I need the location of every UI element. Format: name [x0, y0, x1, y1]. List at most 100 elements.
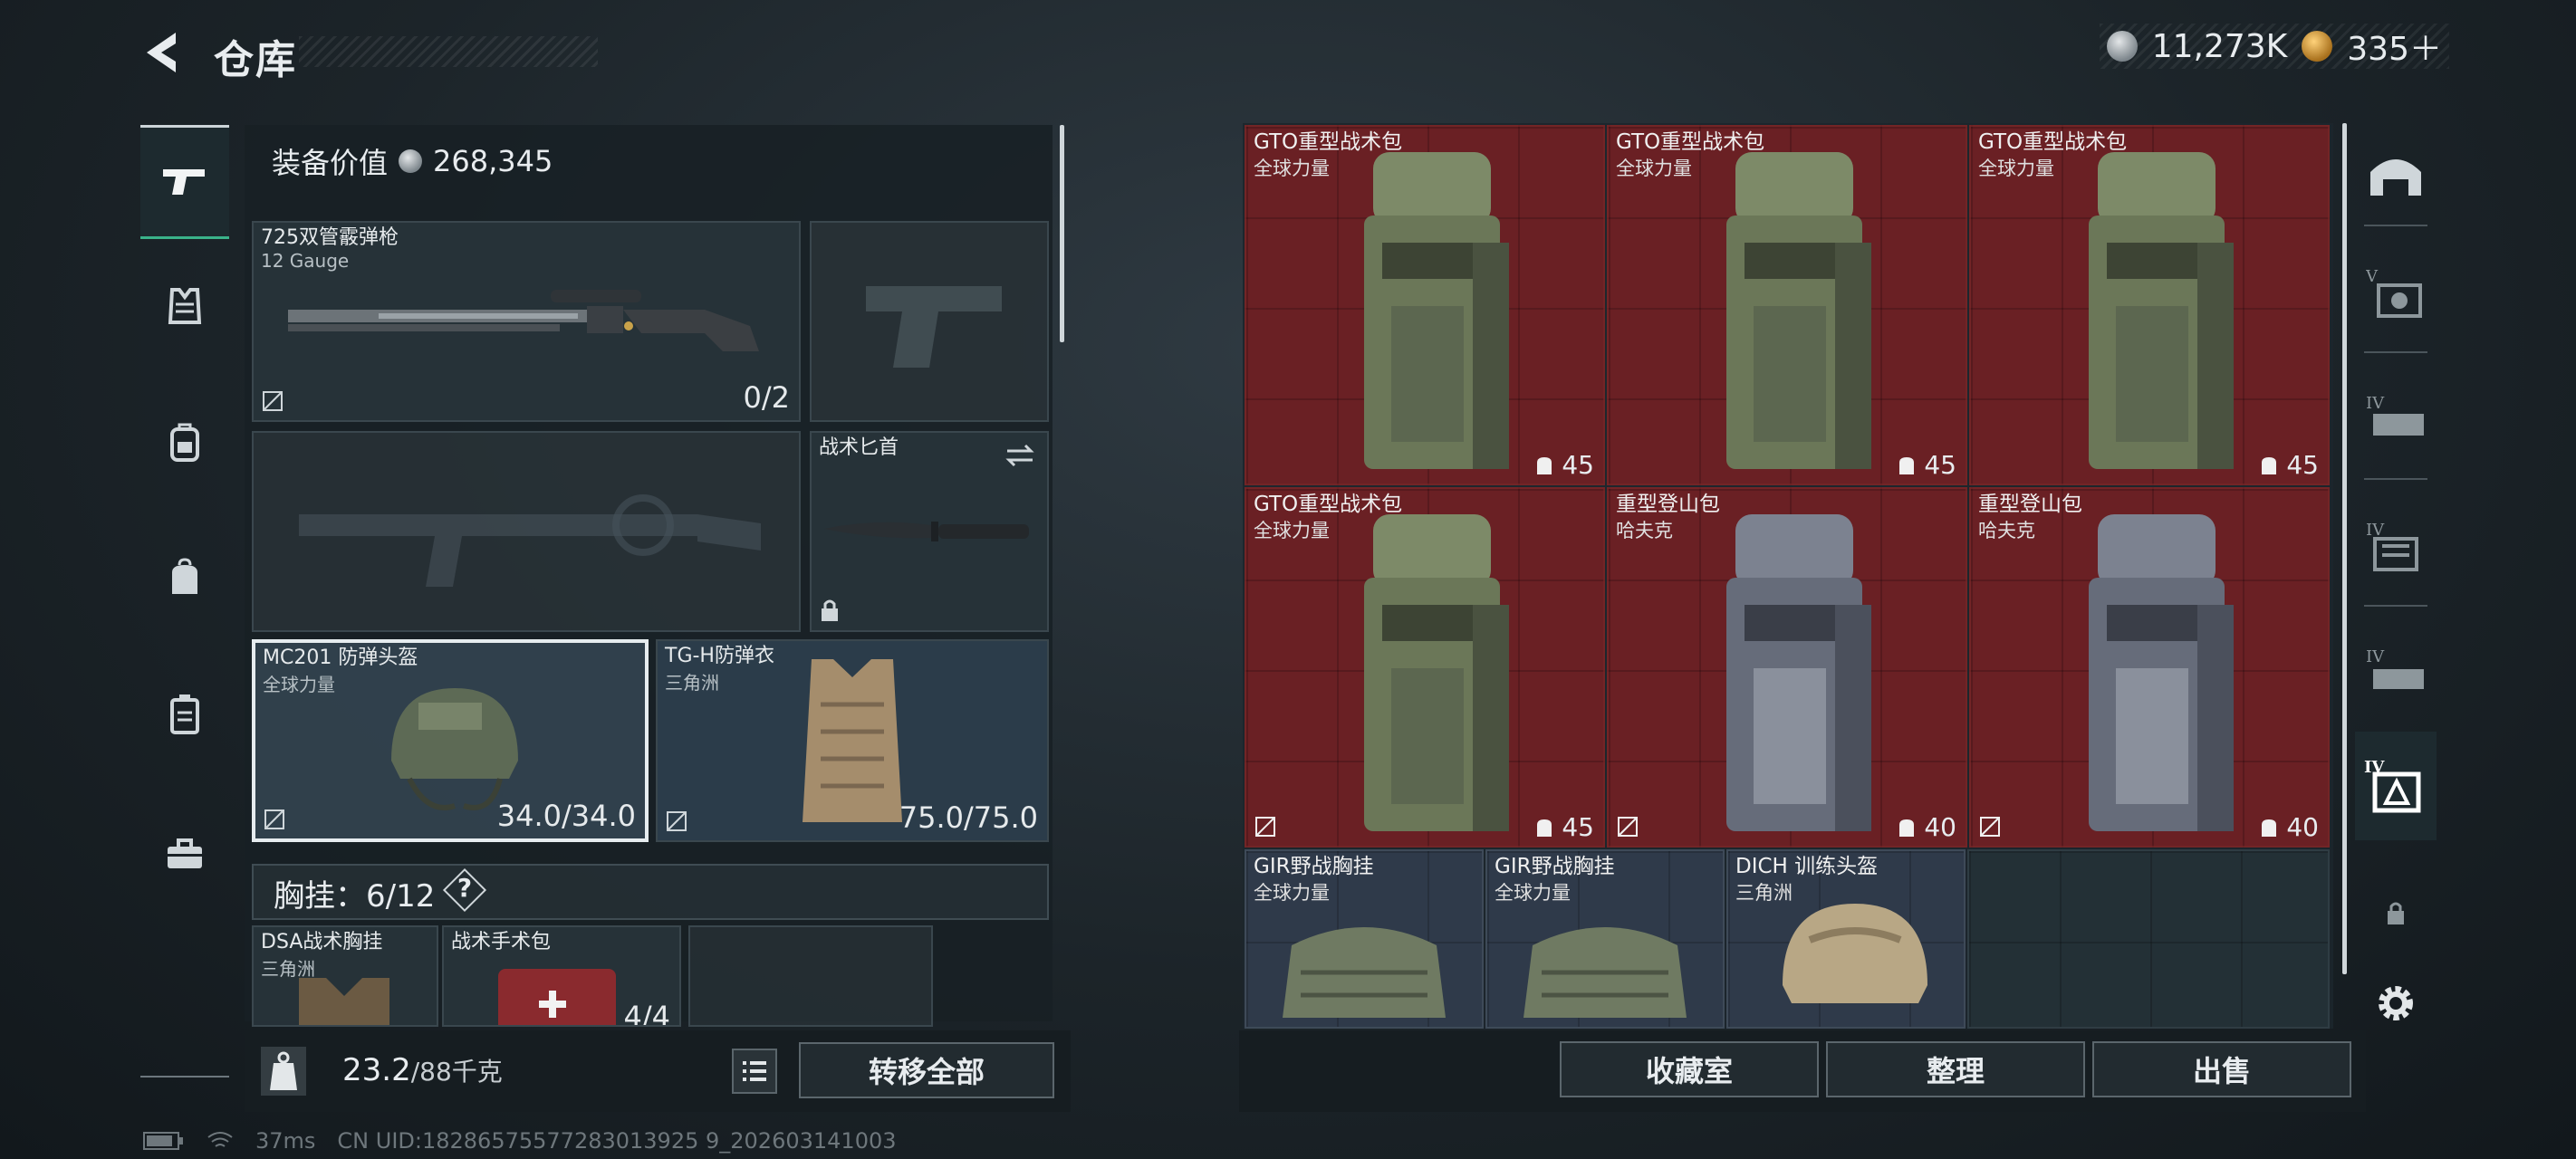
page-roman-label: IV	[2366, 521, 2385, 540]
help-button[interactable]: ?	[453, 873, 476, 903]
currency-silver: 11,273K	[2151, 27, 2288, 65]
storage-v-icon: V	[2366, 267, 2422, 318]
nav-cases[interactable]	[140, 659, 229, 768]
stash-scrollbar[interactable]	[2342, 123, 2347, 974]
nav-divider	[2364, 605, 2427, 607]
primary-weapon-slot[interactable]: 725双管霰弹枪 12 Gauge 0/2	[252, 221, 801, 422]
bunker-icon	[2370, 159, 2421, 196]
item-capacity-value: 45	[1562, 812, 1594, 842]
storage-iv-icon: IV	[2364, 758, 2421, 813]
carry-weight-max: /88千克	[410, 1057, 503, 1087]
silver-coin-icon	[2106, 31, 2138, 62]
stash-page-nav: V IV IV IV IV	[2355, 116, 2437, 1058]
item-capacity: 45	[1895, 450, 1956, 480]
not-insured-icon	[263, 391, 283, 411]
item-faction: 全球力量	[1254, 882, 1330, 904]
rig-item-dsa[interactable]: DSA战术胸挂 三角洲	[252, 925, 438, 1027]
stash-page-v[interactable]: V	[2355, 243, 2437, 342]
nav-weapons[interactable]	[140, 125, 229, 239]
stash-page-iv-4-active[interactable]: IV	[2355, 732, 2437, 840]
currency-gold[interactable]: 335＋	[2347, 23, 2442, 70]
organize-button[interactable]: 整理	[1826, 1041, 2085, 1097]
stash-item[interactable]: 重型登山包 哈夫克 40	[1607, 487, 1967, 848]
rig-item-surgery-kit[interactable]: 战术手术包 4/4	[442, 925, 681, 1027]
page-roman-label: IV	[2366, 394, 2385, 413]
capacity-icon	[2262, 819, 2277, 837]
stash-item[interactable]: 重型登山包 哈夫克 40	[1969, 487, 2330, 848]
surgery-kit-image	[498, 969, 616, 1025]
item-capacity: 45	[2257, 450, 2319, 480]
stash-page-locked[interactable]	[2355, 876, 2437, 949]
page-roman-label: IV	[2366, 647, 2385, 666]
transfer-all-button[interactable]: 转移全部	[799, 1042, 1054, 1098]
stash-item[interactable]: GTO重型战术包 全球力量 45	[1245, 487, 1605, 848]
not-insured-icon	[1255, 817, 1275, 837]
backpack-image	[2089, 152, 2234, 469]
item-name: 重型登山包	[1616, 493, 1720, 516]
stash-page-iv-2[interactable]: IV	[2355, 496, 2437, 596]
item-faction: 全球力量	[1254, 158, 1330, 179]
list-view-button[interactable]	[732, 1049, 777, 1094]
melee-name: 战术匕首	[819, 436, 899, 459]
helmet-slot[interactable]: MC201 防弹头盔 全球力量 34.0/34.0	[252, 639, 649, 842]
item-faction: 哈夫克	[1616, 520, 1673, 541]
capacity-icon	[1899, 819, 1915, 837]
gear-icon	[2379, 986, 2413, 1020]
armor-name: TG-H防弹衣	[665, 645, 774, 667]
nav-divider	[2364, 478, 2427, 480]
loadout-scrollbar[interactable]	[1060, 125, 1064, 342]
stash-grid: GTO重型战术包 全球力量 45 GTO重型战术包 全球力量 45 GTO重型战…	[1243, 123, 2333, 1029]
primary-weapon-name: 725双管霰弹枪	[261, 226, 399, 249]
pistol-slot-empty[interactable]	[810, 221, 1049, 422]
rig-item-name: DSA战术胸挂	[261, 931, 383, 953]
stash-item[interactable]: GTO重型战术包 全球力量 45	[1245, 125, 1605, 485]
nav-divider	[2364, 225, 2427, 226]
backpack-image	[2089, 514, 2234, 831]
not-insured-icon	[1980, 817, 2000, 837]
rig-item-uses: 4/4	[623, 1000, 671, 1027]
item-faction: 哈夫克	[1978, 520, 2035, 541]
nav-bags[interactable]	[140, 523, 229, 632]
chest-rig-image	[299, 978, 389, 1025]
not-insured-icon	[667, 811, 687, 831]
rig-slot-empty[interactable]	[688, 925, 933, 1027]
melee-slot[interactable]: 战术匕首	[810, 431, 1049, 632]
user-uid: CN UID:18286575577283013925 9_2026031410…	[337, 1128, 897, 1154]
equipment-value: 装备价值 268,345	[272, 140, 553, 182]
helmet-faction: 全球力量	[263, 674, 335, 695]
back-button[interactable]	[136, 25, 190, 80]
knife-image	[824, 522, 1029, 541]
stash-item[interactable]: GIR野战胸挂 全球力量	[1245, 849, 1484, 1029]
settings-button[interactable]	[2355, 967, 2437, 1039]
nav-vests[interactable]	[140, 252, 229, 360]
rifle-slot-empty[interactable]	[252, 431, 801, 632]
left-category-nav	[140, 116, 229, 1080]
chest-rig-capacity: 胸挂：6/12	[274, 878, 436, 915]
sell-button[interactable]: 出售	[2092, 1041, 2351, 1097]
page-roman-label: V	[2366, 267, 2379, 286]
stash-empty-slot[interactable]	[1967, 849, 2330, 1029]
item-capacity: 45	[1533, 450, 1594, 480]
nav-backpacks[interactable]	[140, 388, 229, 496]
stash-page-iv-1[interactable]: IV	[2355, 369, 2437, 469]
primary-weapon-ammo: 0/2	[743, 380, 791, 415]
stash-page-bunker[interactable]	[2355, 125, 2437, 225]
armor-slot[interactable]: TG-H防弹衣 三角洲 75.0/75.0	[656, 639, 1049, 842]
weight-icon	[261, 1047, 306, 1096]
carry-weight: 23.2/88千克	[342, 1052, 503, 1088]
stash-item[interactable]: GIR野战胸挂 全球力量	[1485, 849, 1725, 1029]
equip-value-amount: 268,345	[433, 144, 553, 178]
collection-room-button[interactable]: 收藏室	[1560, 1041, 1819, 1097]
swap-icon[interactable]	[1004, 442, 1036, 469]
capacity-icon	[1537, 456, 1552, 474]
stash-item[interactable]: GTO重型战术包 全球力量 45	[1607, 125, 1967, 485]
backpack-image	[1726, 152, 1871, 469]
stash-item[interactable]: GTO重型战术包 全球力量 45	[1969, 125, 2330, 485]
nav-toolbox[interactable]	[140, 800, 229, 908]
stash-item[interactable]: DICH 训练头盔 三角洲	[1726, 849, 1966, 1029]
silver-coin-icon	[399, 149, 423, 173]
stash-page-iv-3[interactable]: IV	[2355, 623, 2437, 723]
storage-iv-icon: IV	[2366, 394, 2424, 436]
list-icon	[743, 1061, 766, 1081]
helmet-image	[1783, 904, 1927, 1003]
